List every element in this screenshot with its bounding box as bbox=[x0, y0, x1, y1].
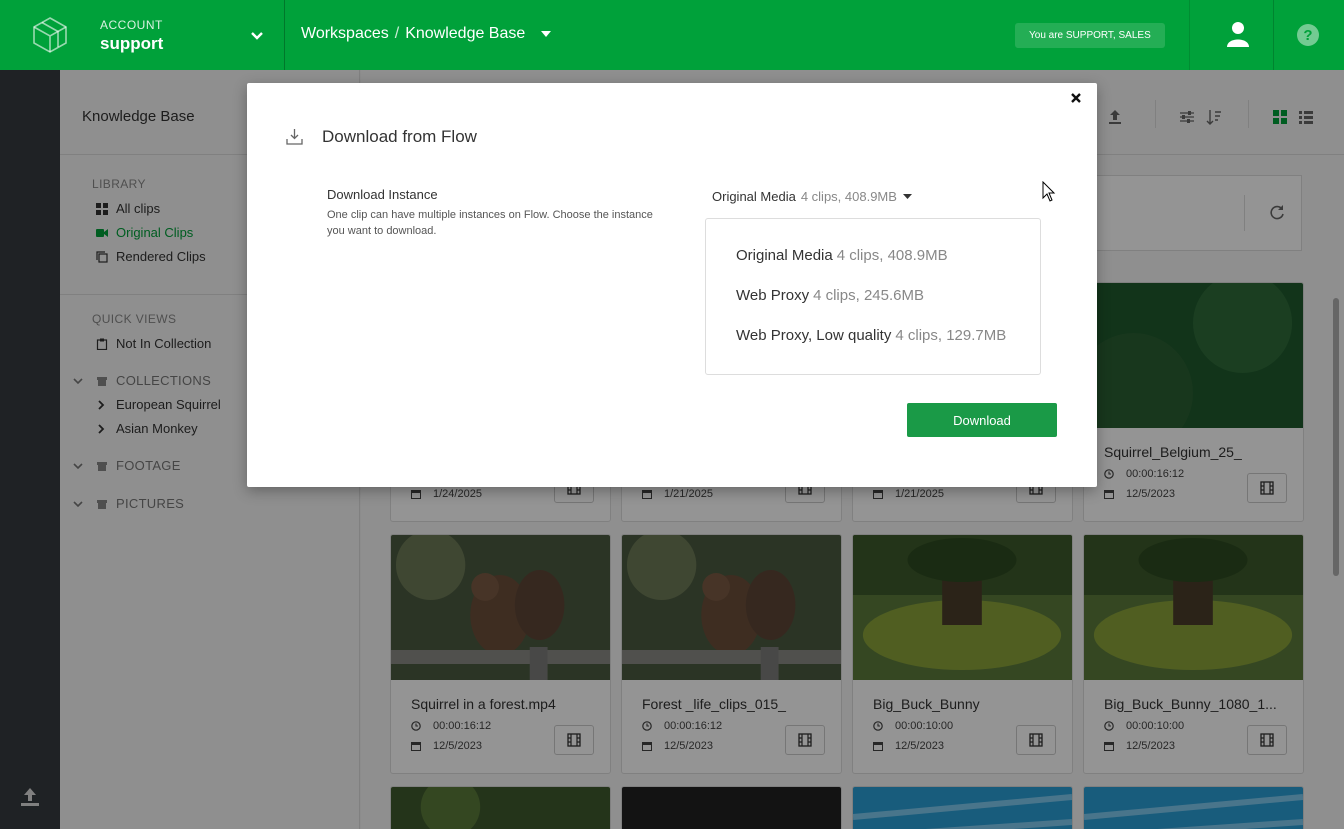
instance-option-name: Web Proxy, Low quality bbox=[736, 327, 892, 344]
chevron-down-icon[interactable] bbox=[248, 27, 266, 45]
breadcrumb-workspaces[interactable]: Workspaces bbox=[301, 25, 389, 43]
scrollbar[interactable] bbox=[1331, 283, 1341, 823]
selected-instance-name: Original Media bbox=[712, 189, 796, 204]
instance-option-meta: 4 clips, 245.6MB bbox=[813, 287, 924, 304]
caret-down-icon[interactable] bbox=[539, 27, 553, 41]
mouse-cursor-icon bbox=[1042, 181, 1056, 202]
breadcrumb: Workspaces / Knowledge Base bbox=[301, 25, 553, 43]
instance-option-name: Original Media bbox=[736, 247, 833, 264]
breadcrumb-current[interactable]: Knowledge Base bbox=[405, 25, 525, 43]
instance-option-meta: 4 clips, 408.9MB bbox=[836, 247, 948, 264]
user-icon[interactable] bbox=[1226, 21, 1250, 47]
instance-select[interactable]: Original Media 4 clips, 408.9MB bbox=[712, 189, 912, 204]
divider bbox=[284, 0, 285, 70]
help-icon[interactable]: ? bbox=[1296, 23, 1320, 47]
dialog-title: Download from Flow bbox=[322, 127, 477, 146]
download-dialog: Download from Flow Download Instance One… bbox=[247, 83, 1097, 487]
instance-option-meta: 4 clips, 129.7MB bbox=[895, 327, 1007, 344]
svg-text:?: ? bbox=[1303, 27, 1312, 44]
instance-option[interactable]: Web Proxy 4 clips, 245.6MB bbox=[736, 287, 924, 304]
scrollbar-thumb[interactable] bbox=[1333, 298, 1339, 576]
download-button[interactable]: Download bbox=[907, 403, 1057, 437]
caret-down-icon bbox=[902, 194, 912, 199]
instance-option-name: Web Proxy bbox=[736, 287, 810, 304]
breadcrumb-separator: / bbox=[394, 25, 400, 42]
logo-icon[interactable] bbox=[30, 16, 70, 54]
instance-dropdown: Original Media 4 clips, 408.9MB Web Proxy… bbox=[705, 218, 1041, 375]
close-icon[interactable] bbox=[1069, 91, 1083, 105]
instance-option[interactable]: Original Media 4 clips, 408.9MB bbox=[736, 247, 948, 264]
role-badge: You are SUPPORT, SALES bbox=[1015, 23, 1165, 48]
instance-option[interactable]: Web Proxy, Low quality 4 clips, 129.7MB bbox=[736, 327, 1006, 344]
account-name: support bbox=[100, 34, 164, 53]
divider bbox=[1189, 0, 1190, 70]
selected-instance-meta: 4 clips, 408.9MB bbox=[800, 189, 897, 204]
download-instance-help: One clip can have multiple instances on … bbox=[327, 209, 653, 237]
account-switcher[interactable]: ACCOUNT support bbox=[100, 18, 163, 54]
download-instance-label: Download Instance bbox=[327, 187, 438, 202]
top-bar: ACCOUNT support Workspaces / Knowledge B… bbox=[0, 0, 1344, 70]
download-icon bbox=[286, 129, 303, 145]
divider bbox=[1273, 0, 1274, 70]
account-label: ACCOUNT bbox=[100, 18, 163, 32]
